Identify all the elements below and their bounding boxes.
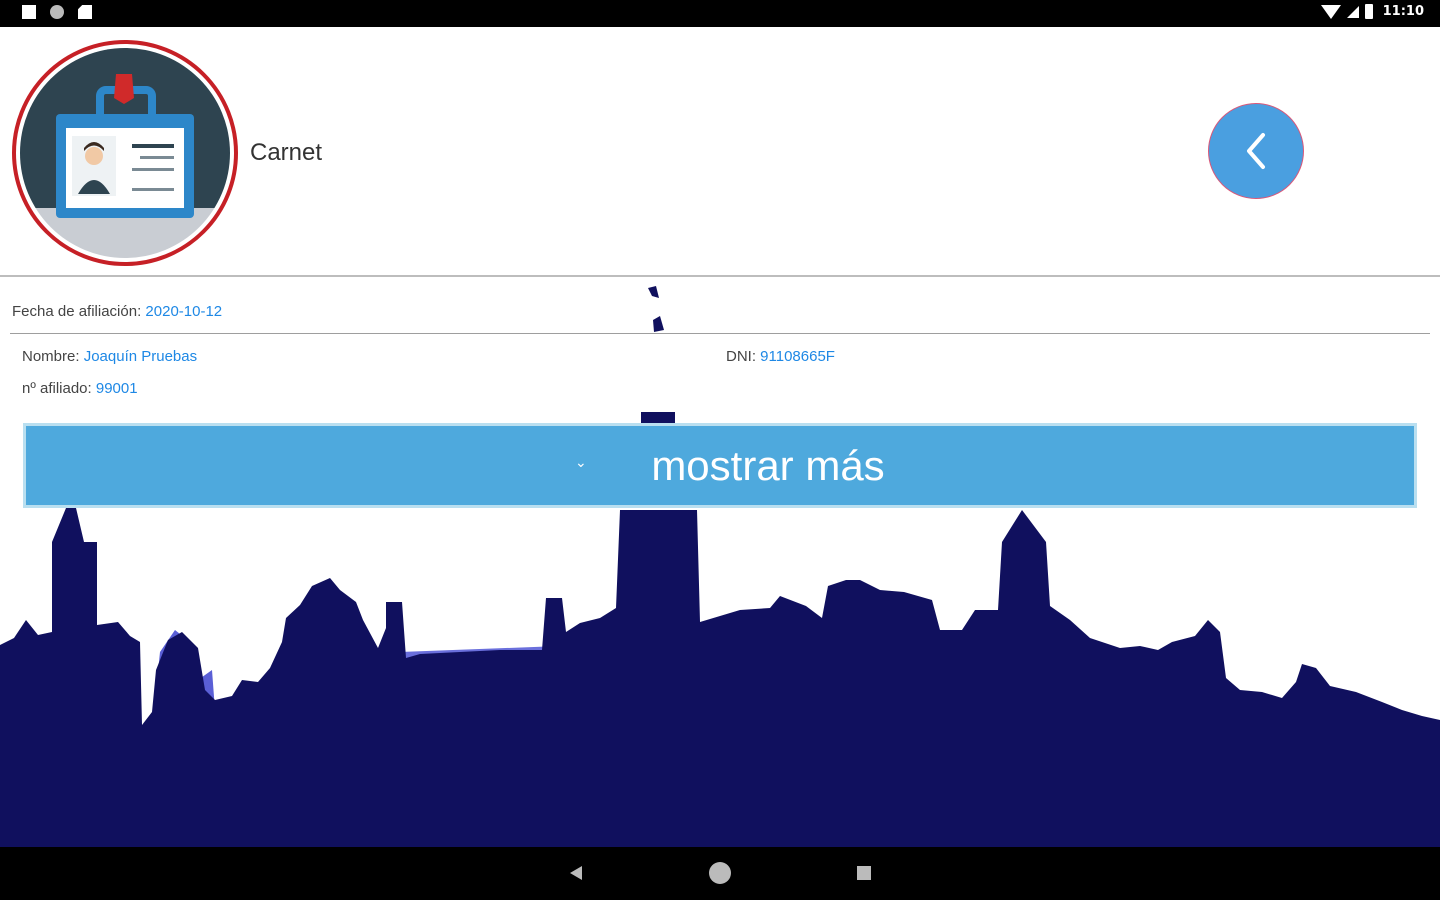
status-clock: 11:10 (1382, 4, 1424, 19)
notification-icon (22, 5, 36, 19)
signal-icon (1346, 5, 1359, 18)
navigation-bar (0, 847, 1440, 900)
nav-back-icon[interactable] (570, 866, 582, 880)
city-skyline-image (0, 286, 1440, 847)
name-row: Nombre: Joaquín Pruebas (22, 348, 197, 365)
divider (10, 333, 1430, 334)
show-more-label: mostrar más (651, 442, 885, 489)
name-value: Joaquín Pruebas (83, 348, 198, 365)
id-card-icon (20, 48, 230, 258)
wifi-icon (1320, 4, 1341, 19)
back-button[interactable] (1208, 103, 1304, 199)
avatar (12, 40, 238, 266)
chevron-down-icon: ⌄ (575, 454, 587, 470)
member-number-label: nº afiliado: (22, 380, 92, 397)
dni-label: DNI: (726, 348, 756, 365)
battery-icon (1364, 4, 1373, 19)
status-bar: 11:10 (0, 0, 1440, 27)
member-number-value: 99001 (95, 380, 138, 397)
affiliation-date-row: Fecha de afiliación: 2020-10-12 (12, 303, 222, 320)
header: Carnet (0, 27, 1440, 277)
dni-value: 91108665F (760, 348, 835, 365)
circle-icon (50, 5, 64, 19)
affiliation-date-label: Fecha de afiliación: (12, 303, 142, 320)
member-number-row: nº afiliado: 99001 (22, 380, 138, 397)
dni-row: DNI: 91108665F (726, 348, 835, 365)
show-more-button[interactable]: ⌄ mostrar más (23, 423, 1417, 508)
name-label: Nombre: (22, 348, 80, 365)
nav-recents-icon[interactable] (857, 866, 871, 880)
nav-home-icon[interactable] (709, 862, 731, 884)
affiliation-date-value: 2020-10-12 (145, 303, 223, 320)
page-title: Carnet (250, 139, 323, 166)
sd-card-icon (78, 5, 92, 19)
chevron-left-icon (1247, 133, 1265, 169)
